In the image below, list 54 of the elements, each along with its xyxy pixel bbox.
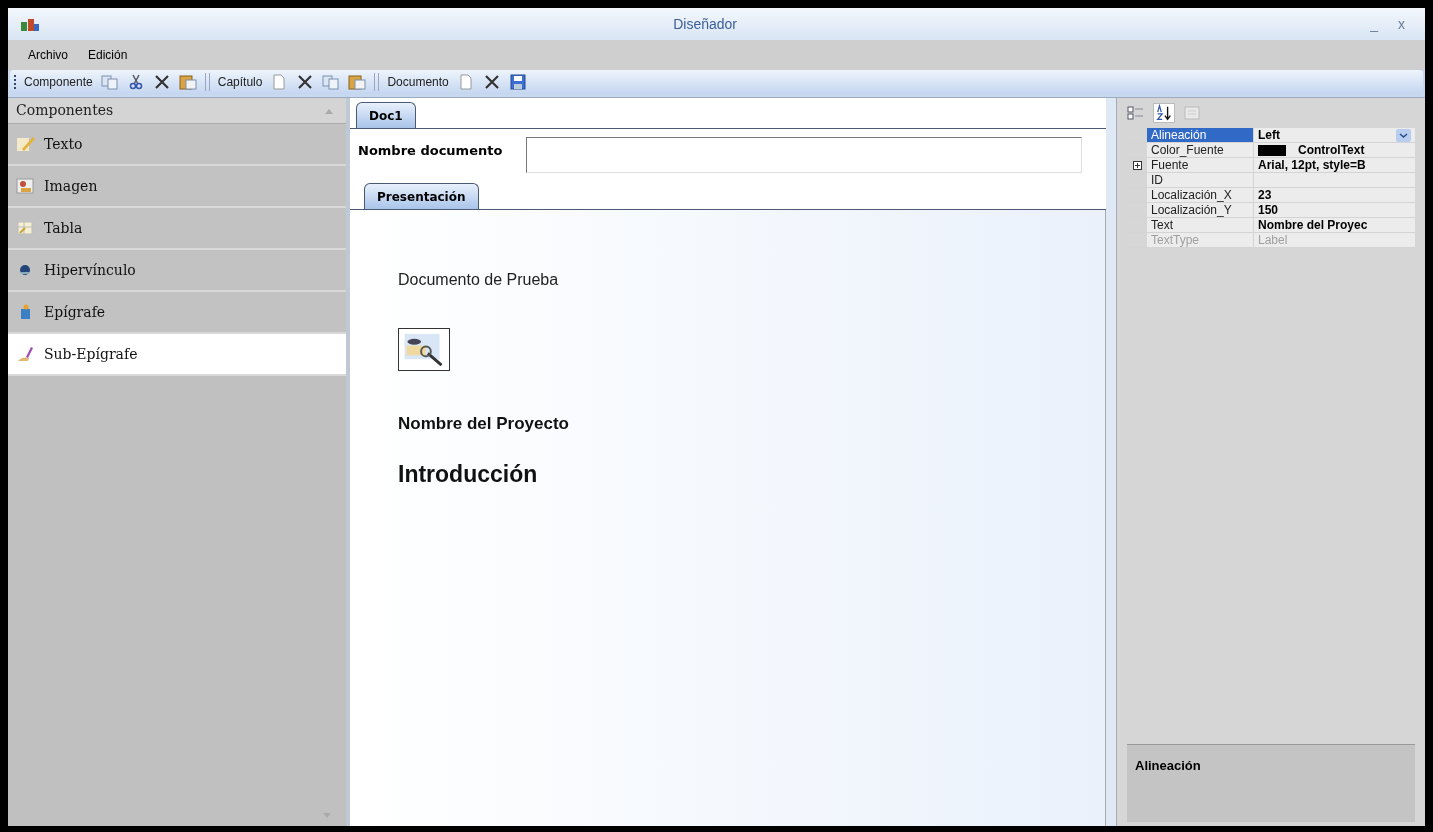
description-title: Alineación [1135,758,1201,773]
property-value: Arial, 12pt, style=B [1258,158,1366,172]
property-name[interactable]: Color_Fuente [1147,143,1254,157]
property-value-cell[interactable] [1254,173,1415,187]
image-placeholder[interactable] [398,328,450,371]
property-value-cell[interactable]: Arial, 12pt, style=B [1254,158,1415,172]
property-value: Nombre del Proyec [1258,218,1368,232]
panel-title: Componentes [15,101,115,120]
window-control[interactable]: x [1398,13,1405,35]
toolbar-group-label: Componente [24,74,93,91]
property-value-cell[interactable]: Nombre del Proyec [1254,218,1415,232]
copy-icon[interactable] [322,74,341,90]
document-name-field[interactable] [526,137,1083,173]
property-value: 150 [1258,203,1279,217]
paste-icon[interactable] [348,74,367,90]
property-name[interactable]: ID [1147,173,1254,187]
app-icon [20,16,40,32]
component-item[interactable]: Sub-Epígrafe [8,334,346,376]
expand-icon[interactable] [1132,160,1142,170]
delete-icon[interactable] [296,74,315,90]
tab[interactable]: Doc1 [356,102,416,128]
brush-icon [16,345,36,363]
delete-icon[interactable] [152,74,171,90]
property-value-cell[interactable]: Left [1254,128,1415,142]
property-value-cell[interactable]: 23 [1254,188,1415,202]
property-value: Label [1258,233,1288,247]
property-value-cell[interactable]: 150 [1254,203,1415,217]
save-icon[interactable] [508,74,527,90]
delete-icon[interactable] [482,74,501,90]
property-name[interactable]: Localización_Y [1147,203,1254,217]
property-name[interactable]: Alineación [1147,128,1254,142]
sort-alphabetical-icon[interactable] [1153,103,1175,123]
copy-icon[interactable] [100,74,119,90]
property-name[interactable]: Fuente [1147,158,1254,172]
window-title: Diseñador [672,14,738,34]
toolbar-group-label: Capítulo [217,74,263,91]
property-value: ControlText [1298,143,1365,157]
menu-item[interactable]: Edición [88,46,128,64]
property-name[interactable]: Localización_X [1147,188,1254,202]
project-name-label[interactable]: Nombre del Proyecto [398,411,1105,437]
menu-item[interactable]: Archivo [28,46,68,64]
section-heading[interactable]: Introducción [398,456,1105,491]
property-name[interactable]: Text [1147,218,1254,232]
toolbar-group-label: Documento [387,74,449,91]
field-label: Nombre documento [358,142,503,160]
paste-icon[interactable] [178,74,197,90]
property-value: Left [1258,128,1280,142]
pencil-note-icon [16,135,36,153]
property-value-cell[interactable]: ControlText [1254,143,1415,157]
tab[interactable]: Presentación [364,183,479,209]
property-value: 23 [1258,188,1272,202]
picture-icon [16,177,36,195]
categorized-icon[interactable] [1127,105,1145,121]
document-text[interactable]: Documento de Prueba [398,268,1105,292]
